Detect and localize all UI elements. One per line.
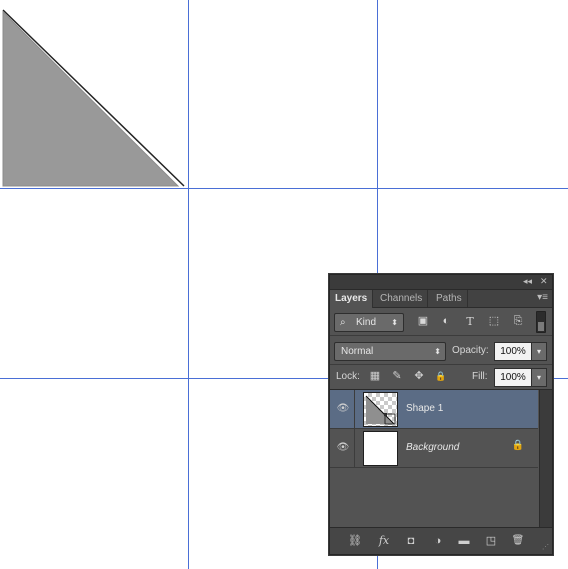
- filter-kind-label: Kind: [356, 317, 377, 328]
- delete-layer-icon[interactable]: 🗑: [509, 533, 527, 549]
- lock-position-icon[interactable]: ✥: [412, 369, 426, 383]
- triangle-shape[interactable]: [0, 0, 190, 190]
- lock-label: Lock:: [336, 371, 360, 382]
- layer-row-background[interactable]: 👁 Background 🔒: [330, 429, 538, 468]
- collapse-panel-icon[interactable]: ◂◂: [523, 276, 532, 287]
- new-layer-icon[interactable]: ◳: [482, 533, 500, 549]
- lock-icon[interactable]: 🔒: [512, 440, 524, 451]
- select-arrows-icon: ⬍: [434, 347, 441, 356]
- tab-paths[interactable]: Paths: [431, 290, 468, 307]
- smart-object-filter-icon[interactable]: ⎘: [510, 313, 526, 330]
- resize-grip-icon[interactable]: ⋰: [542, 544, 550, 552]
- blend-mode-select[interactable]: Normal ⬍: [334, 342, 446, 361]
- select-arrows-icon: ⬍: [391, 318, 398, 327]
- link-layers-icon[interactable]: ⛓: [346, 533, 364, 549]
- tab-layers[interactable]: Layers: [330, 290, 374, 308]
- shape-thumbnail-icon: [365, 395, 396, 425]
- shape-filter-icon[interactable]: ⬚: [486, 313, 502, 330]
- layer-name[interactable]: Shape 1: [406, 390, 443, 428]
- panel-titlebar[interactable]: ◂◂ ✕: [330, 275, 552, 290]
- layers-scrollbar[interactable]: [539, 390, 552, 527]
- vertical-guide[interactable]: [188, 0, 189, 569]
- close-panel-icon[interactable]: ✕: [540, 276, 548, 287]
- eye-icon[interactable]: 👁: [335, 440, 351, 456]
- add-mask-icon[interactable]: ◘: [402, 533, 420, 549]
- layer-row-shape-1[interactable]: 👁 Shape 1: [330, 390, 538, 429]
- lock-all-icon[interactable]: 🔒: [434, 369, 448, 383]
- layer-name[interactable]: Background: [406, 429, 459, 467]
- lock-row: Lock: ▦ ✎ ✥ 🔒 Fill: 100% ▾: [330, 365, 552, 389]
- blend-mode-value: Normal: [341, 346, 374, 357]
- type-filter-icon[interactable]: T: [462, 313, 478, 330]
- adjustment-filter-icon[interactable]: ◐: [438, 313, 454, 330]
- opacity-input[interactable]: 100%: [494, 342, 532, 361]
- blend-row: Normal ⬍ Opacity: 100% ▾: [330, 336, 552, 365]
- lock-image-pixels-icon[interactable]: ✎: [390, 369, 404, 383]
- panel-tabs: Layers Channels Paths ▾≡: [330, 290, 552, 308]
- layers-panel: ◂◂ ✕ Layers Channels Paths ▾≡ ⌕ Kind ⬍ ▣…: [329, 274, 553, 555]
- search-icon: ⌕: [340, 317, 346, 328]
- new-group-icon[interactable]: ▬: [455, 533, 473, 549]
- fill-label[interactable]: Fill:: [472, 368, 488, 385]
- panel-menu-icon[interactable]: ▾≡: [537, 292, 548, 303]
- panel-bottom-toolbar: ⛓ fx ◘ ◑ ▬ ◳ 🗑 ⋰: [330, 527, 552, 554]
- filter-toggle-switch[interactable]: [536, 311, 546, 333]
- layers-list[interactable]: 👁 Shape 1 👁 Background 🔒: [330, 389, 552, 527]
- lock-transparent-pixels-icon[interactable]: ▦: [368, 369, 382, 383]
- horizontal-guide[interactable]: [0, 188, 568, 189]
- filter-row: ⌕ Kind ⬍ ▣ ◐ T ⬚ ⎘: [330, 307, 552, 336]
- fill-input[interactable]: 100%: [494, 368, 532, 387]
- fill-dropdown-icon[interactable]: ▾: [532, 368, 547, 387]
- adjustment-layer-icon[interactable]: ◑: [429, 533, 447, 549]
- filter-kind-select[interactable]: ⌕ Kind ⬍: [334, 313, 404, 332]
- tab-channels[interactable]: Channels: [375, 290, 429, 307]
- eye-icon[interactable]: 👁: [335, 401, 351, 417]
- layer-style-icon[interactable]: fx: [375, 533, 393, 549]
- opacity-dropdown-icon[interactable]: ▾: [532, 342, 547, 361]
- pixel-filter-icon[interactable]: ▣: [415, 313, 431, 330]
- layer-thumbnail[interactable]: [363, 431, 398, 466]
- layer-thumbnail[interactable]: [363, 392, 398, 427]
- opacity-label[interactable]: Opacity:: [452, 342, 489, 359]
